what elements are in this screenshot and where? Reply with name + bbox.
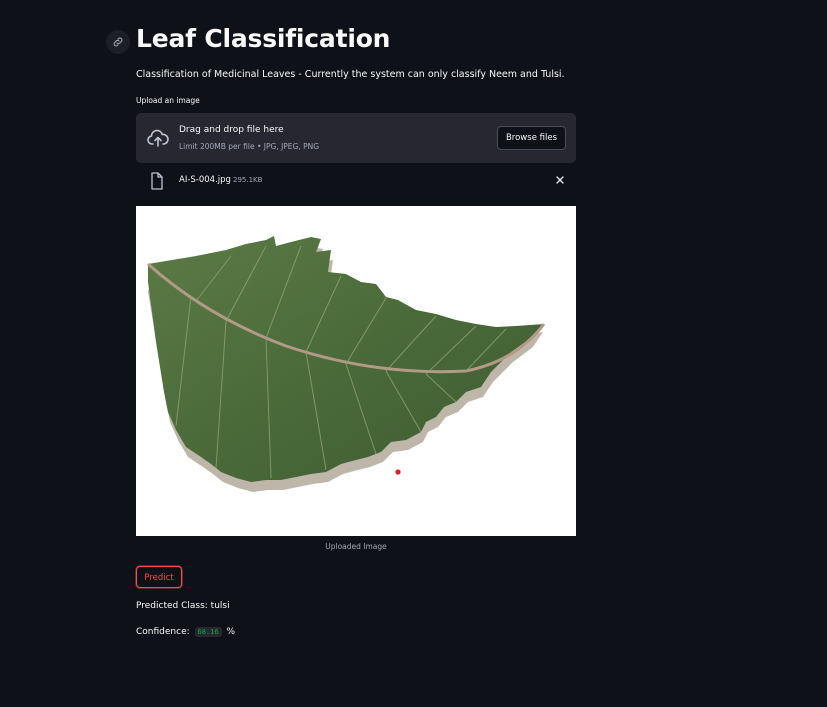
page-subtitle: Classification of Medicinal Leaves - Cur… xyxy=(136,69,565,80)
leaf-image xyxy=(146,236,546,492)
dropzone-limits: Limit 200MB per file • JPG, JPEG, PNG xyxy=(179,142,320,151)
close-icon[interactable] xyxy=(554,174,566,186)
page-title: Leaf Classification xyxy=(136,24,391,53)
uploaded-image xyxy=(136,206,576,536)
upload-label: Upload an image xyxy=(136,96,200,105)
file-dropzone[interactable]: Drag and drop file here Limit 200MB per … xyxy=(136,113,576,163)
image-caption: Uploaded Image xyxy=(325,542,387,551)
uploaded-file-item: AI-S-004.jpg 295.1KB xyxy=(136,168,576,194)
file-name: AI-S-004.jpg xyxy=(179,175,231,185)
confidence-line: Confidence: 68.16 % xyxy=(136,627,235,637)
file-icon xyxy=(151,172,163,190)
predicted-class: Predicted Class: tulsi xyxy=(136,601,230,611)
dropzone-instructions: Drag and drop file here xyxy=(179,125,284,135)
confidence-label: Confidence: xyxy=(136,627,190,637)
browse-files-button[interactable]: Browse files xyxy=(496,126,566,150)
file-size: 295.1KB xyxy=(233,176,263,184)
link-icon[interactable] xyxy=(106,30,130,54)
confidence-unit: % xyxy=(226,627,236,637)
cloud-upload-icon xyxy=(147,129,169,147)
predict-button[interactable]: Predict xyxy=(136,566,182,588)
confidence-value: 68.16 xyxy=(194,627,222,637)
